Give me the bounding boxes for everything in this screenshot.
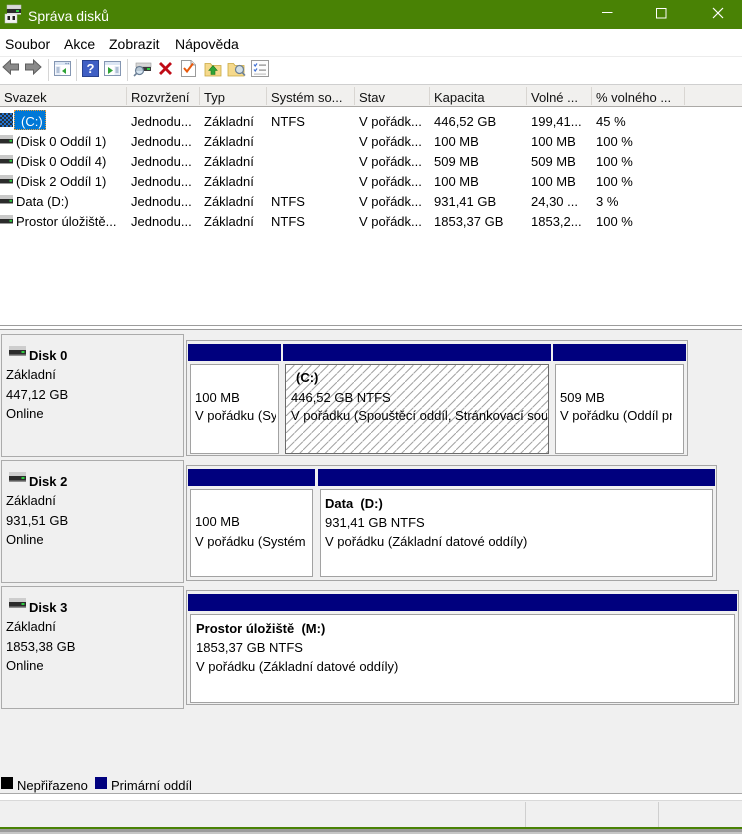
svg-text:?: ? [87,61,95,76]
